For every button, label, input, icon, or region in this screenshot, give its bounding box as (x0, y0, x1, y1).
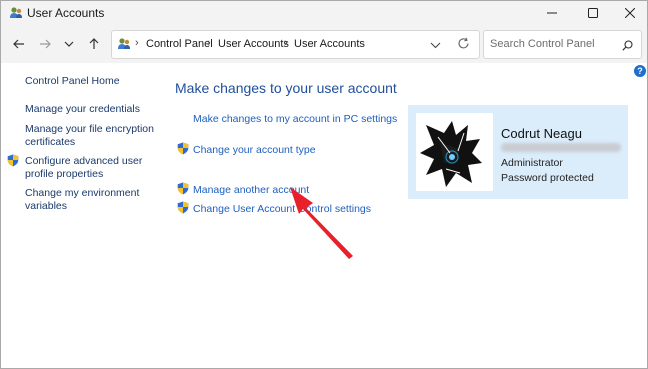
annotation-arrow-icon (290, 187, 353, 259)
breadcrumb-separator-icon: › (207, 37, 211, 49)
users-icon (9, 6, 23, 20)
refresh-icon (458, 37, 469, 49)
close-icon (625, 8, 635, 18)
minimize-icon (547, 12, 557, 14)
breadcrumb-user-accounts-current[interactable]: User Accounts (294, 38, 365, 50)
title-bar: User Accounts (1, 1, 647, 25)
sidebar-item-label: Manage your file encryption (25, 123, 154, 135)
uac-shield-icon (177, 182, 189, 195)
minimize-button[interactable] (533, 1, 571, 25)
search-input[interactable]: Search Control Panel (490, 38, 595, 50)
sidebar-item-file-encryption[interactable]: Manage your file encryption certificates (25, 123, 154, 149)
sidebar-item-label: certificates (25, 136, 76, 148)
address-dropdown-button[interactable] (430, 38, 441, 56)
content-area: ? Control Panel Home Manage your credent… (1, 63, 647, 368)
sidebar-item-label: Change my environment (25, 187, 140, 199)
sidebar-item-environment-variables[interactable]: Change my environment variables (25, 187, 139, 213)
forward-arrow-icon (40, 39, 51, 49)
pc-settings-link[interactable]: Make changes to my account in PC setting… (193, 113, 397, 125)
search-icon[interactable] (622, 38, 633, 56)
window-title: User Accounts (27, 6, 105, 20)
sidebar-item-label: profile properties (25, 168, 104, 180)
change-account-type-link[interactable]: Change your account type (193, 144, 316, 156)
help-icon[interactable]: ? (634, 65, 646, 77)
search-box[interactable]: Search Control Panel (483, 30, 642, 59)
page-title: Make changes to your user account (175, 80, 397, 96)
back-arrow-icon (13, 39, 24, 49)
recent-locations-button[interactable] (59, 34, 79, 54)
account-info-panel: Codrut Neagu Administrator Password prot… (408, 105, 628, 199)
chevron-down-icon (430, 42, 441, 49)
maximize-icon (588, 8, 598, 18)
users-icon (117, 37, 131, 51)
breadcrumb-separator-icon: › (135, 37, 139, 49)
breadcrumb-user-accounts[interactable]: User Accounts (218, 38, 289, 50)
sidebar-item-label: variables (25, 200, 68, 212)
recent-chevron-icon (64, 41, 74, 47)
address-bar[interactable]: › Control Panel › User Accounts › User A… (111, 30, 480, 59)
breadcrumb-control-panel[interactable]: Control Panel (146, 38, 213, 50)
close-button[interactable] (611, 1, 647, 25)
forward-button[interactable] (35, 34, 55, 54)
user-accounts-window: User Accounts › Control Panel › User Acc… (0, 0, 648, 369)
up-arrow-icon (89, 38, 99, 49)
account-password-status: Password protected (501, 172, 594, 184)
avatar-image (416, 113, 493, 191)
sidebar-item-label: Configure advanced user (25, 155, 143, 167)
refresh-button[interactable] (457, 37, 470, 55)
uac-shield-icon (7, 154, 19, 167)
uac-shield-icon (177, 142, 189, 155)
control-panel-home-link[interactable]: Control Panel Home (25, 75, 120, 87)
sidebar-item-label: Manage your credentials (25, 103, 140, 115)
back-button[interactable] (9, 34, 29, 54)
account-email-redacted (501, 143, 621, 152)
account-role: Administrator (501, 157, 563, 169)
avatar (416, 113, 493, 191)
sidebar-item-advanced-user-profile[interactable]: Configure advanced user profile properti… (25, 155, 142, 181)
sidebar-item-manage-credentials[interactable]: Manage your credentials (25, 103, 140, 116)
navigation-bar: › Control Panel › User Accounts › User A… (1, 25, 647, 63)
up-button[interactable] (84, 34, 104, 54)
account-name: Codrut Neagu (501, 126, 582, 141)
breadcrumb-separator-icon: › (284, 37, 288, 49)
maximize-button[interactable] (574, 1, 612, 25)
uac-shield-icon (177, 201, 189, 214)
